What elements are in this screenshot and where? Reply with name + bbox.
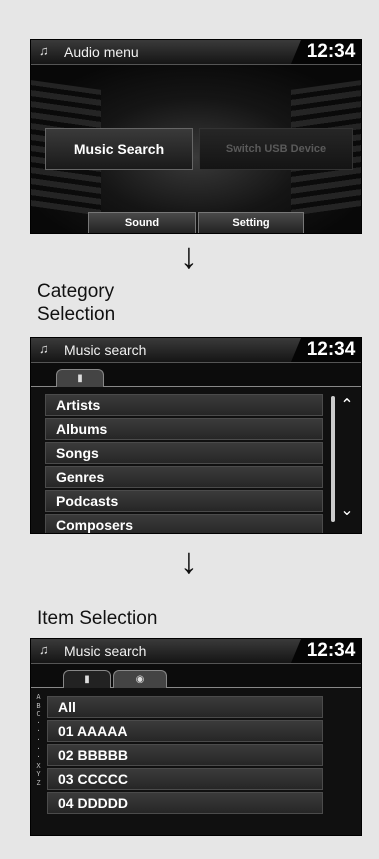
alpha-index-letter: A bbox=[36, 693, 41, 701]
alpha-index-letter: B bbox=[36, 701, 41, 710]
category-list: Artists Albums Songs Genres Podcasts Com… bbox=[45, 394, 323, 533]
music-note-icon: ♫ bbox=[39, 341, 49, 356]
tab-strip: ▮ bbox=[31, 363, 361, 387]
ipod-icon: ▮ bbox=[77, 373, 83, 384]
list-item-albums[interactable]: Albums bbox=[45, 418, 323, 440]
ipod-icon: ▮ bbox=[84, 674, 90, 685]
music-note-icon: ♫ bbox=[39, 43, 49, 58]
item-list: All 01 AAAAA 02 BBBBB 03 CCCCC 04 DDDDD bbox=[47, 696, 323, 816]
alpha-index-letter: · bbox=[36, 753, 41, 762]
list-item-01[interactable]: 01 AAAAA bbox=[47, 720, 323, 742]
audio-menu-screen: ♫ Audio menu 12:34 Music Search Switch U… bbox=[30, 39, 362, 234]
clock: 12:34 bbox=[291, 40, 361, 64]
screen-title: Music search bbox=[64, 643, 147, 659]
caption-category-line2: Selection bbox=[37, 304, 116, 325]
alpha-index-letter: · bbox=[36, 718, 41, 727]
alpha-index-letter: · bbox=[36, 727, 41, 736]
music-search-button[interactable]: Music Search bbox=[45, 128, 193, 170]
screen-title: Audio menu bbox=[64, 44, 139, 60]
item-selection-screen: ♫ Music search 12:34 ▮ ◉ A B C · · · · ·… bbox=[30, 638, 362, 836]
sound-button[interactable]: Sound bbox=[88, 212, 196, 233]
clock: 12:34 bbox=[291, 639, 361, 663]
caption-item-selection: Item Selection bbox=[37, 608, 158, 629]
list-item-composers[interactable]: Composers bbox=[45, 514, 323, 533]
category-selection-screen: ♫ Music search 12:34 ▮ Artists Albums So… bbox=[30, 337, 362, 534]
list-item-02[interactable]: 02 BBBBB bbox=[47, 744, 323, 766]
scroll-down-icon[interactable]: ⌄ bbox=[340, 503, 354, 519]
title-bar: ♫ Music search 12:34 bbox=[31, 639, 361, 664]
scrollbar[interactable] bbox=[331, 396, 335, 522]
alpha-index-letter: C bbox=[36, 710, 41, 719]
switch-usb-device-button[interactable]: Switch USB Device bbox=[199, 128, 353, 170]
alpha-index-letter: Z bbox=[36, 778, 41, 787]
music-note-icon: ♫ bbox=[39, 642, 49, 657]
caption-category-line1: Category bbox=[37, 281, 115, 302]
alpha-index-letter: X bbox=[36, 761, 41, 770]
down-arrow-icon: ↓ bbox=[180, 540, 198, 581]
alpha-index-letter: · bbox=[36, 735, 41, 744]
setting-button[interactable]: Setting bbox=[198, 212, 304, 233]
alphabet-index[interactable]: A B C · · · · · X Y Z bbox=[34, 693, 43, 788]
list-item-songs[interactable]: Songs bbox=[45, 442, 323, 464]
list-item-genres[interactable]: Genres bbox=[45, 466, 323, 488]
alpha-index-letter: Y bbox=[36, 770, 41, 779]
down-arrow-icon: ↓ bbox=[180, 235, 198, 276]
list-item-04[interactable]: 04 DDDDD bbox=[47, 792, 323, 814]
alpha-index-letter: · bbox=[36, 744, 41, 753]
list-item-03[interactable]: 03 CCCCC bbox=[47, 768, 323, 790]
disc-icon: ◉ bbox=[135, 674, 145, 685]
clock: 12:34 bbox=[291, 338, 361, 362]
tab-ipod[interactable]: ▮ bbox=[56, 369, 104, 387]
title-bar: ♫ Audio menu 12:34 bbox=[31, 40, 361, 65]
list-item-artists[interactable]: Artists bbox=[45, 394, 323, 416]
tab-disc[interactable]: ◉ bbox=[113, 670, 167, 688]
list-item-all[interactable]: All bbox=[47, 696, 323, 718]
screen-title: Music search bbox=[64, 342, 147, 358]
tab-strip: ▮ ◉ bbox=[31, 664, 361, 688]
tab-ipod[interactable]: ▮ bbox=[63, 670, 111, 688]
scroll-up-icon[interactable]: ⌃ bbox=[340, 398, 354, 414]
title-bar: ♫ Music search 12:34 bbox=[31, 338, 361, 363]
list-item-podcasts[interactable]: Podcasts bbox=[45, 490, 323, 512]
